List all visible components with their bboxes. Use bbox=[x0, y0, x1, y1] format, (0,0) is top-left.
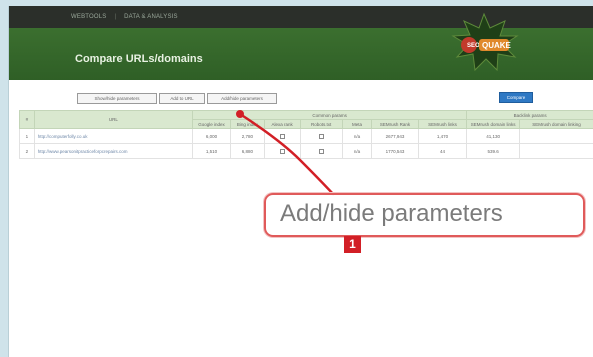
callout-dot bbox=[236, 110, 244, 118]
callout-text: Add/hide parameters bbox=[280, 200, 503, 227]
callout-box: Add/hide parameters bbox=[264, 193, 585, 237]
callout-line bbox=[239, 112, 335, 196]
step-badge: 1 bbox=[344, 236, 361, 253]
callout-connector bbox=[236, 110, 335, 196]
